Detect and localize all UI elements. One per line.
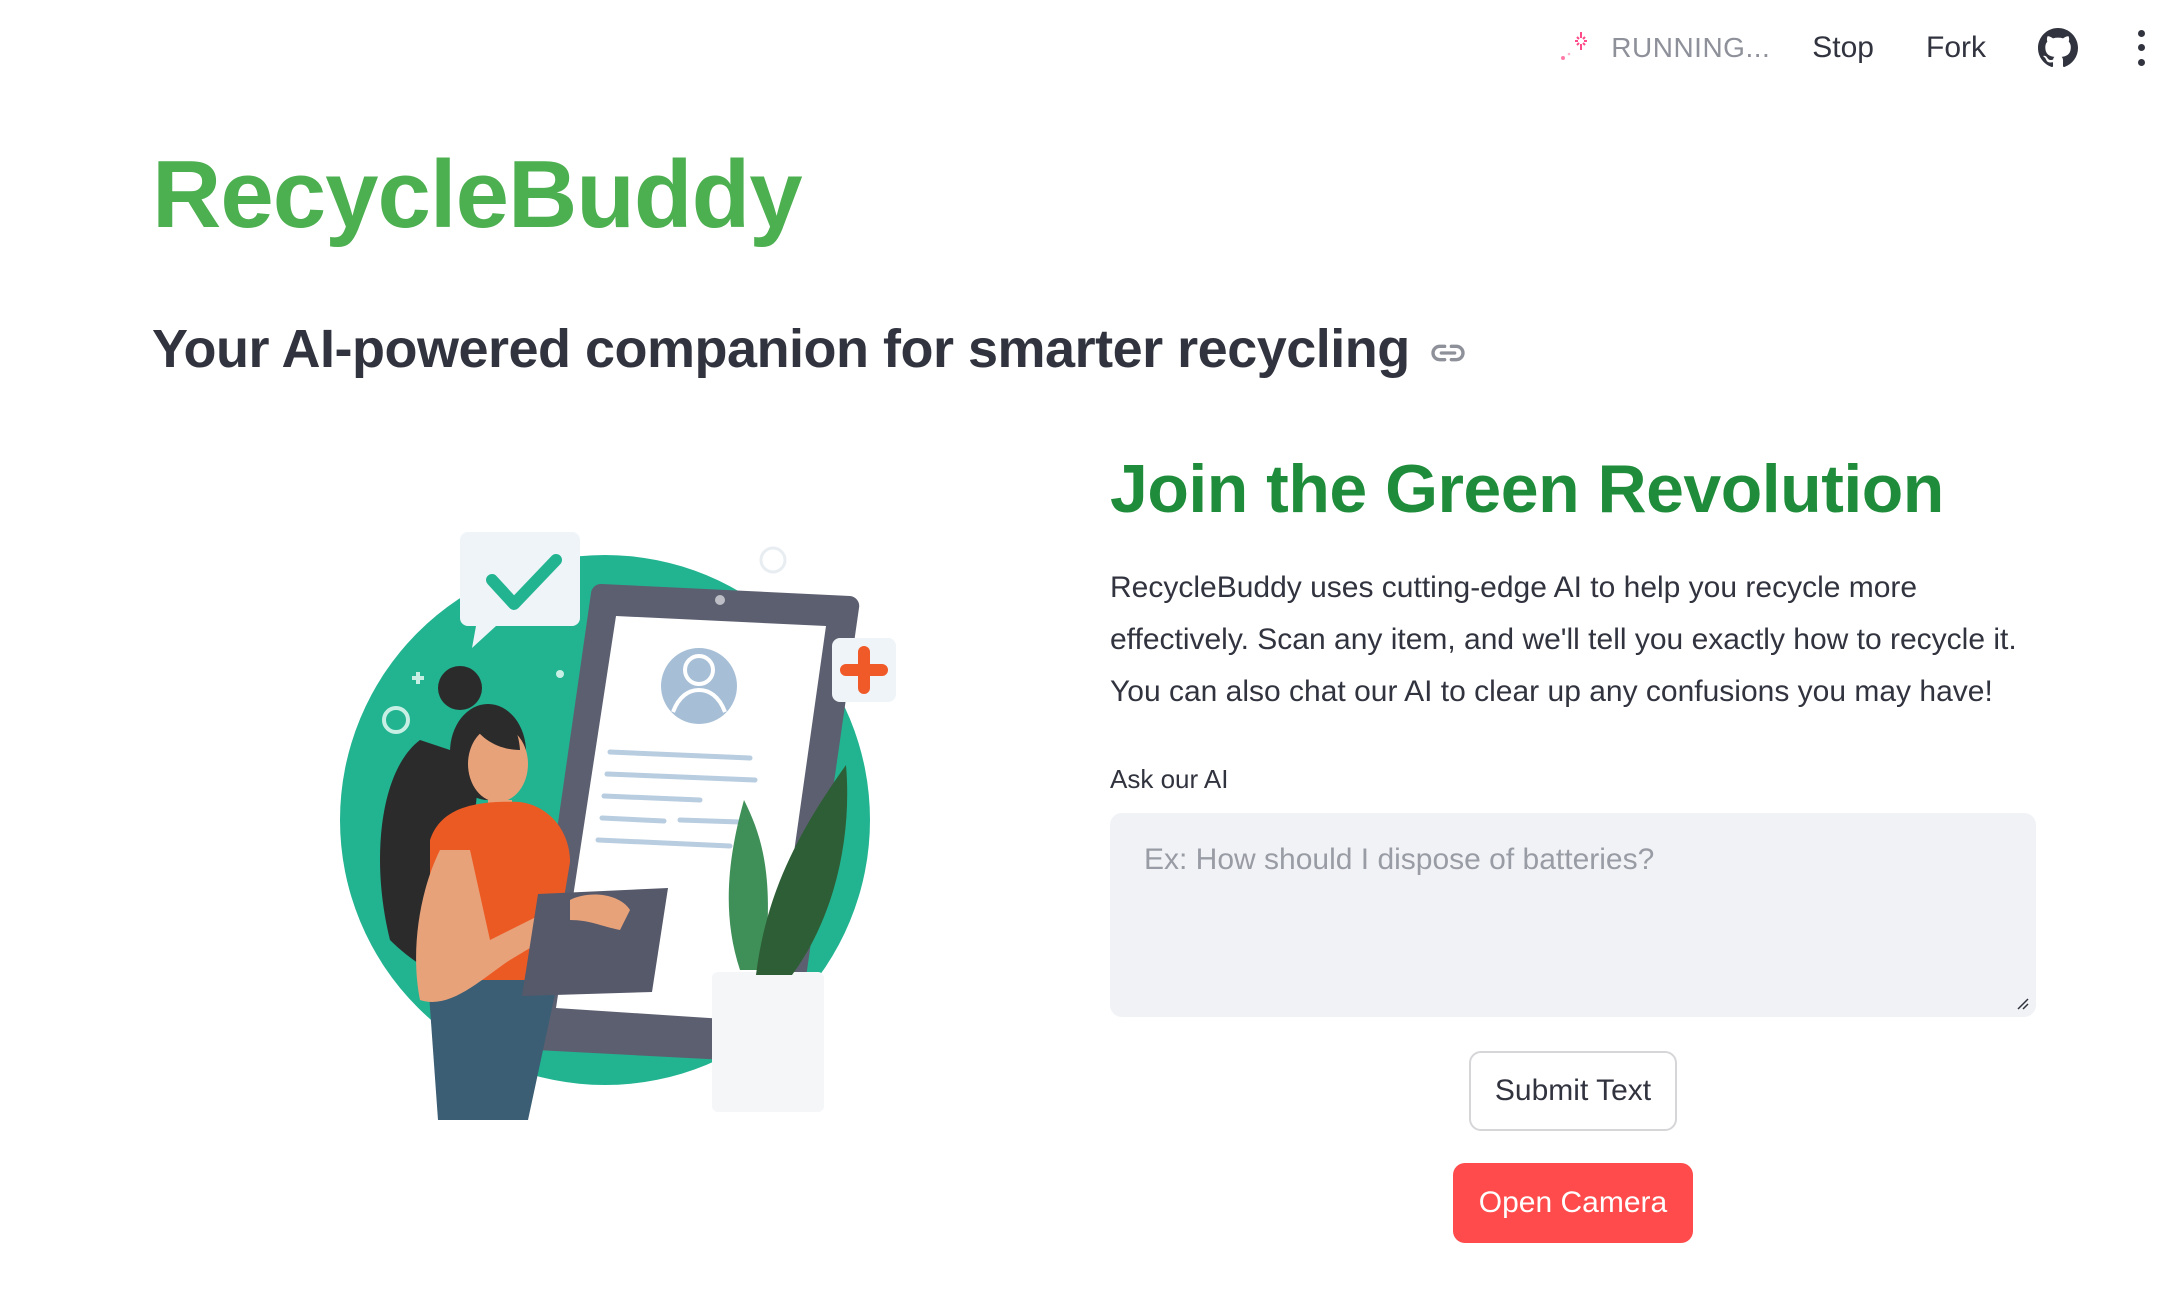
ask-ai-label: Ask our AI [1110,764,1229,794]
main-content: Join the Green Revolution RecycleBuddy u… [1110,450,2040,1243]
subtitle-row: Your AI-powered companion for smarter re… [152,318,1468,380]
section-title: Join the Green Revolution [1110,451,1944,527]
open-camera-button[interactable]: Open Camera [1452,1163,1694,1243]
app-page: RUNNING... Stop Fork RecycleBuddy Your A… [0,0,2164,1290]
app-title: RecycleBuddy [152,141,803,248]
top-toolbar: RUNNING... Stop Fork [1551,0,2164,95]
ask-ai-textarea[interactable]: Ex: How should I dispose of batteries? [1110,813,2036,1017]
github-icon[interactable] [2038,27,2078,68]
page-subtitle: Your AI-powered companion for smarter re… [152,319,1410,379]
more-menu-icon[interactable] [2136,29,2146,66]
fork-button[interactable]: Fork [1926,31,1986,65]
description-text: RecycleBuddy uses cutting-edge AI to hel… [1110,571,2017,708]
submit-text-button[interactable]: Submit Text [1468,1051,1678,1131]
action-buttons: Submit Text Open Camera [1110,1017,2036,1243]
recycling-illustration [320,520,920,1120]
anchor-link-icon[interactable] [1428,333,1468,373]
stop-button[interactable]: Stop [1812,31,1874,65]
running-status: RUNNING... [1611,31,1771,63]
running-icon [1551,26,1595,70]
resize-grip-icon[interactable] [2014,995,2030,1011]
ask-ai-placeholder: Ex: How should I dispose of batteries? [1144,843,1655,876]
